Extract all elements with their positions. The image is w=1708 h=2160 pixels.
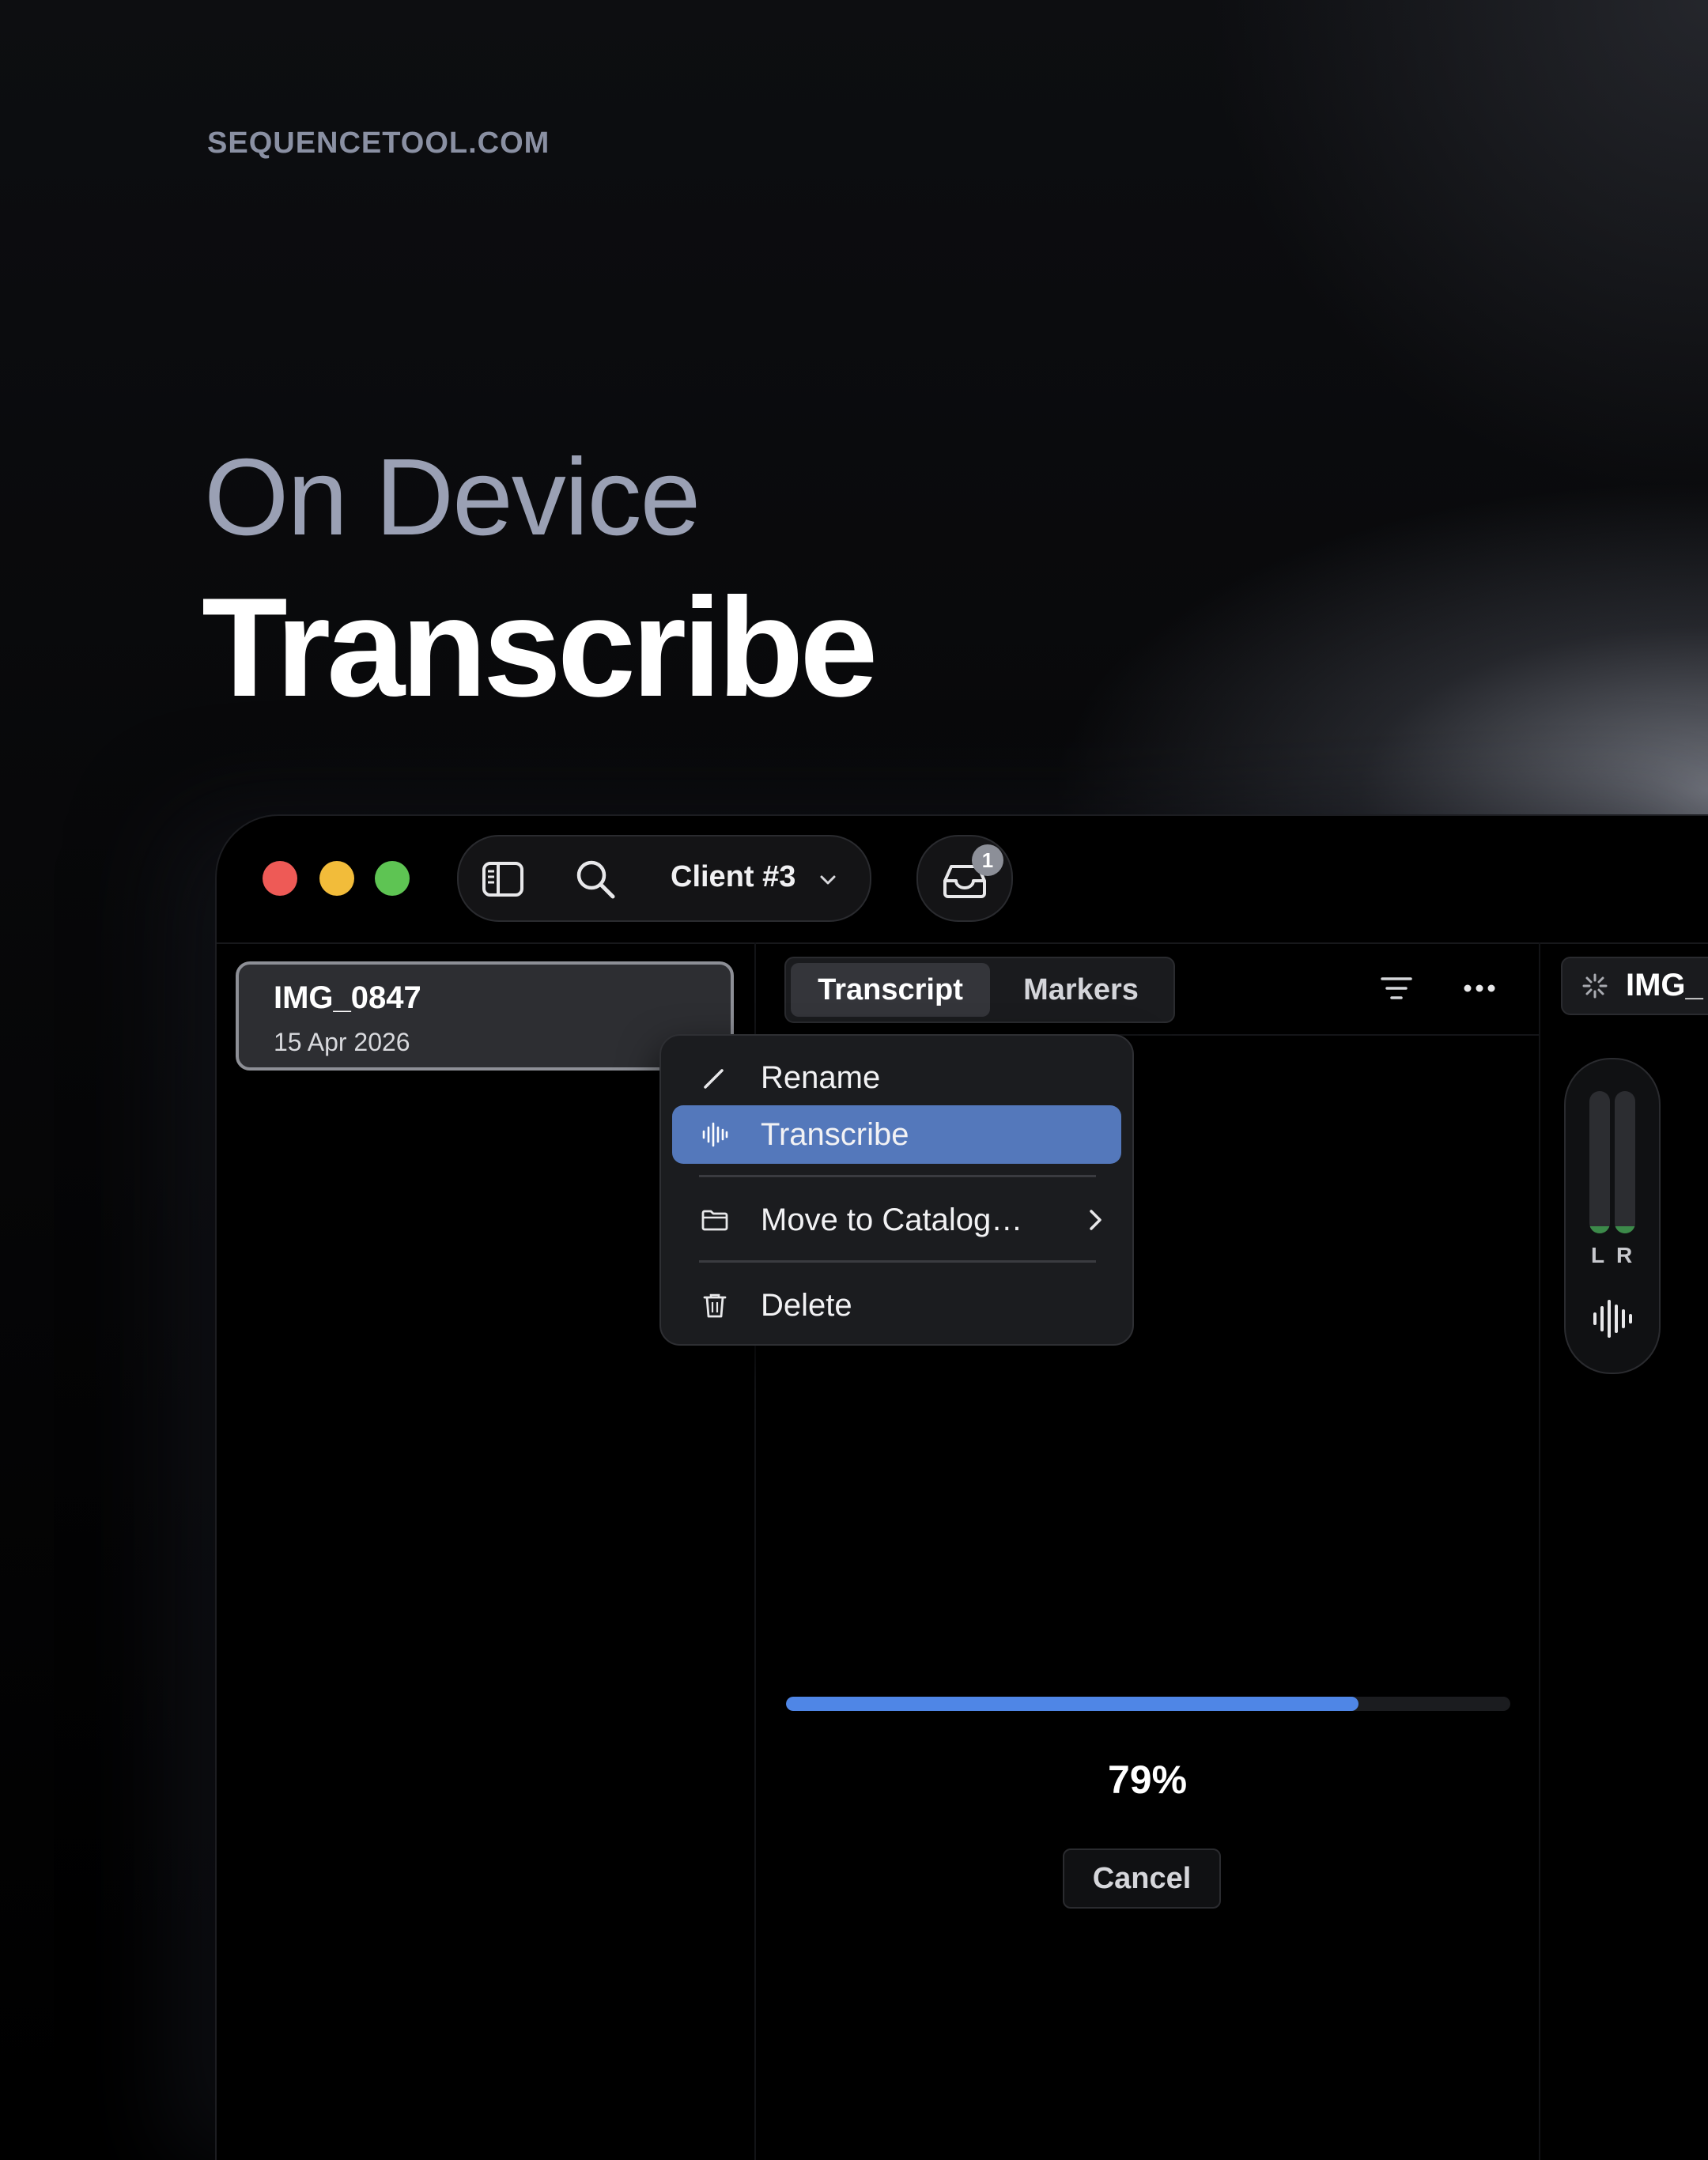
headline-subtitle: On Device	[204, 436, 701, 558]
progress-fill	[786, 1697, 1358, 1711]
chevron-down-icon[interactable]	[818, 870, 838, 890]
meter-level-right	[1615, 1226, 1635, 1233]
meter-bar-left	[1589, 1091, 1610, 1233]
inbox-badge: 1	[972, 844, 1003, 876]
cancel-button[interactable]: Cancel	[1063, 1848, 1221, 1909]
more-options-icon[interactable]	[1461, 972, 1498, 1004]
menu-item-label: Move to Catalog…	[761, 1203, 1023, 1237]
menu-separator	[699, 1260, 1096, 1263]
menu-separator	[699, 1175, 1096, 1177]
menu-item-label: Delete	[761, 1288, 852, 1323]
menu-item-transcribe[interactable]: Transcribe	[672, 1105, 1121, 1164]
inbox-button[interactable]: 1	[916, 835, 1013, 922]
meter-level-left	[1589, 1226, 1610, 1233]
sidebar-toggle-icon[interactable]	[481, 857, 525, 901]
tab-markers[interactable]: Markers	[993, 963, 1169, 1017]
menu-item-label: Transcribe	[761, 1117, 909, 1152]
context-menu: Rename Transcribe Move to Catalog… Delet…	[659, 1034, 1134, 1346]
filter-icon[interactable]	[1379, 972, 1414, 1004]
folder-icon	[701, 1210, 728, 1231]
waveform-icon[interactable]	[1591, 1295, 1634, 1342]
transcription-progress-bar	[786, 1697, 1510, 1711]
brand-url: SEQUENCETOOL.COM	[207, 127, 550, 160]
meter-bar-right	[1615, 1091, 1635, 1233]
menu-item-delete[interactable]: Delete	[672, 1276, 1121, 1335]
meter-left-label: L	[1591, 1243, 1605, 1267]
tab-transcript[interactable]: Transcript	[791, 963, 990, 1017]
titlebar: Client #3 1	[217, 816, 1708, 944]
app-window: Client #3 1 IMG_0847 15 Apr 2026 Transcr…	[215, 814, 1708, 2160]
file-date: 15 Apr 2026	[274, 1028, 410, 1056]
menu-item-label: Rename	[761, 1060, 881, 1095]
search-icon[interactable]	[573, 857, 618, 901]
active-file-pill[interactable]: IMG_	[1561, 957, 1708, 1015]
pencil-icon	[704, 1069, 724, 1089]
segmented-tabs: Transcript Markers	[784, 957, 1175, 1023]
client-selector[interactable]: Client #3	[671, 860, 795, 894]
file-name: IMG_0847	[274, 980, 421, 1015]
audio-level-meter: L R	[1564, 1058, 1661, 1374]
minimize-window-button[interactable]	[319, 861, 354, 896]
spinner-icon	[1582, 973, 1608, 999]
meter-right-label: R	[1616, 1243, 1633, 1267]
chevron-right-icon	[1090, 1210, 1102, 1230]
menu-item-move-to-catalog[interactable]: Move to Catalog…	[672, 1191, 1121, 1249]
zoom-window-button[interactable]	[375, 861, 410, 896]
active-file-label: IMG_	[1626, 968, 1703, 1003]
close-window-button[interactable]	[263, 861, 297, 896]
waveform-icon	[702, 1122, 728, 1147]
menu-item-rename[interactable]: Rename	[672, 1048, 1121, 1107]
trash-icon	[703, 1293, 727, 1318]
headline-title: Transcribe	[202, 568, 878, 726]
progress-percent: 79%	[1107, 1758, 1188, 1802]
toolbar-pill: Client #3	[457, 835, 871, 922]
